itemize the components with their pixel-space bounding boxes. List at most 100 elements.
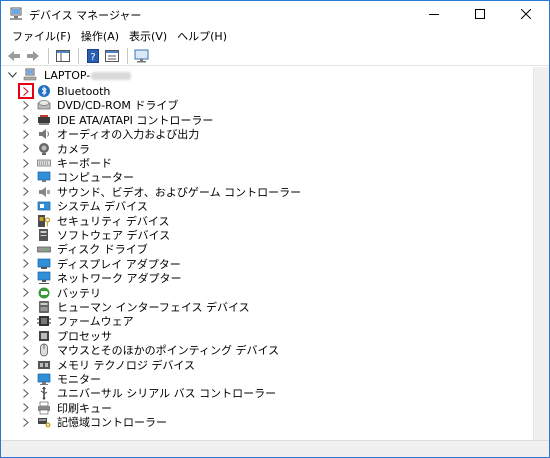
tree-item[interactable]: 記憶域コントローラー bbox=[19, 415, 167, 429]
expand-chevron-icon[interactable] bbox=[19, 156, 33, 170]
expand-chevron-icon[interactable] bbox=[19, 242, 33, 256]
expand-chevron-icon[interactable] bbox=[19, 98, 33, 112]
expand-chevron-icon[interactable] bbox=[19, 228, 33, 242]
properties-button[interactable] bbox=[103, 48, 121, 64]
expand-chevron-icon[interactable] bbox=[19, 271, 33, 285]
scan-hardware-button[interactable] bbox=[133, 48, 151, 64]
speaker-icon bbox=[37, 127, 51, 141]
back-button[interactable] bbox=[5, 48, 23, 64]
expand-chevron-icon[interactable] bbox=[18, 83, 34, 99]
tree-item[interactable]: 印刷キュー bbox=[19, 401, 112, 415]
menu-bar: ファイル(F) 操作(A) 表示(V) ヘルプ(H) bbox=[1, 27, 549, 46]
camera-icon bbox=[37, 142, 51, 156]
menu-help[interactable]: ヘルプ(H) bbox=[172, 27, 232, 46]
toolbar-separator bbox=[78, 47, 79, 64]
dvd-drive-icon bbox=[37, 98, 51, 112]
bluetooth-icon bbox=[37, 84, 51, 98]
security-device-icon bbox=[37, 214, 51, 228]
display-adapter-icon bbox=[37, 257, 51, 271]
monitor-scan-icon bbox=[134, 49, 149, 62]
status-bar bbox=[1, 440, 549, 457]
tree-item[interactable]: バッテリ bbox=[19, 286, 101, 300]
tree-item[interactable]: プロセッサ bbox=[19, 329, 112, 343]
expand-chevron-icon[interactable] bbox=[19, 401, 33, 415]
expand-chevron-icon[interactable] bbox=[19, 386, 33, 400]
sound-icon bbox=[37, 185, 51, 199]
monitor-icon bbox=[37, 372, 51, 386]
hid-icon bbox=[37, 300, 51, 314]
vertical-scrollbar[interactable] bbox=[533, 67, 549, 440]
tree-item-label: Bluetooth bbox=[57, 84, 111, 98]
minimize-icon bbox=[429, 14, 439, 15]
tree-item[interactable]: システム デバイス bbox=[19, 199, 148, 213]
expand-chevron-icon[interactable] bbox=[19, 343, 33, 357]
device-manager-icon bbox=[10, 7, 22, 20]
tree-item[interactable]: ユニバーサル シリアル バス コントローラー bbox=[19, 386, 276, 400]
tree-item[interactable]: メモリ テクノロジ デバイス bbox=[19, 358, 195, 372]
console-tree-icon bbox=[56, 49, 70, 62]
tree-item[interactable]: セキュリティ デバイス bbox=[19, 214, 170, 228]
forward-arrow-icon bbox=[27, 50, 39, 61]
tree-item[interactable]: キーボード bbox=[19, 156, 112, 170]
show-hide-tree-button[interactable] bbox=[54, 48, 72, 64]
system-device-icon bbox=[37, 199, 51, 213]
network-adapter-icon bbox=[37, 271, 51, 285]
expand-chevron-icon[interactable] bbox=[19, 329, 33, 343]
expand-chevron-icon[interactable] bbox=[19, 257, 33, 271]
expand-chevron-icon[interactable] bbox=[19, 170, 33, 184]
storage-controller-icon bbox=[37, 415, 51, 429]
menu-file[interactable]: ファイル(F) bbox=[7, 27, 76, 46]
keyboard-icon bbox=[37, 156, 51, 170]
tree-item[interactable]: サウンド、ビデオ、およびゲーム コントローラー bbox=[19, 185, 301, 199]
battery-icon bbox=[37, 286, 51, 300]
tree-item[interactable]: モニター bbox=[19, 372, 101, 386]
help-icon: ? bbox=[87, 48, 99, 63]
tree-item[interactable]: ディスプレイ アダプター bbox=[19, 257, 181, 271]
minimize-button[interactable] bbox=[411, 1, 457, 27]
expand-chevron-icon[interactable] bbox=[19, 113, 33, 127]
tree-item[interactable]: ソフトウェア デバイス bbox=[19, 228, 170, 242]
expand-chevron-icon[interactable] bbox=[19, 300, 33, 314]
title-bar[interactable]: デバイス マネージャー bbox=[1, 1, 549, 27]
tree-root[interactable]: LAPTOP- bbox=[7, 68, 132, 82]
tree-item[interactable]: DVD/CD-ROM ドライブ bbox=[19, 98, 178, 112]
tree-item[interactable]: ネットワーク アダプター bbox=[19, 271, 182, 285]
expand-chevron-icon[interactable] bbox=[19, 372, 33, 386]
expand-chevron-icon[interactable] bbox=[19, 286, 33, 300]
expand-chevron-icon[interactable] bbox=[19, 199, 33, 213]
tree-item[interactable]: Bluetooth bbox=[18, 83, 111, 99]
expand-chevron-icon[interactable] bbox=[19, 142, 33, 156]
maximize-icon bbox=[475, 9, 485, 19]
tree-item[interactable]: ディスク ドライブ bbox=[19, 242, 148, 256]
expand-chevron-icon[interactable] bbox=[19, 127, 33, 141]
close-icon bbox=[521, 9, 531, 19]
back-arrow-icon bbox=[8, 50, 20, 61]
expand-chevron-icon[interactable] bbox=[19, 214, 33, 228]
tree-item[interactable]: マウスとそのほかのポインティング デバイス bbox=[19, 343, 279, 357]
computer-name-label: LAPTOP- bbox=[44, 68, 91, 82]
device-manager-window: デバイス マネージャー ファイル(F) 操作(A) 表示(V) ヘルプ(H) ? bbox=[0, 0, 550, 458]
printer-icon bbox=[37, 401, 51, 415]
tree-item[interactable]: カメラ bbox=[19, 142, 90, 156]
expand-chevron-icon[interactable] bbox=[19, 415, 33, 429]
help-button[interactable]: ? bbox=[84, 48, 102, 64]
tree-item[interactable]: ファームウェア bbox=[19, 314, 134, 328]
device-tree[interactable]: LAPTOP- Bluetooth DVD/CD-ROM ドライブ IDE ATA/… bbox=[1, 67, 533, 440]
expand-chevron-icon[interactable] bbox=[19, 185, 33, 199]
usb-icon bbox=[37, 386, 51, 400]
forward-button[interactable] bbox=[24, 48, 42, 64]
tree-item[interactable]: コンピューター bbox=[19, 170, 134, 184]
collapse-chevron-icon[interactable] bbox=[7, 68, 17, 82]
firmware-icon bbox=[37, 314, 51, 328]
window-title: デバイス マネージャー bbox=[29, 9, 142, 22]
close-button[interactable] bbox=[503, 1, 549, 27]
tree-item[interactable]: IDE ATA/ATAPI コントローラー bbox=[19, 113, 213, 127]
expand-chevron-icon[interactable] bbox=[19, 358, 33, 372]
tree-item[interactable]: ヒューマン インターフェイス デバイス bbox=[19, 300, 250, 314]
menu-view[interactable]: 表示(V) bbox=[124, 27, 172, 46]
menu-action[interactable]: 操作(A) bbox=[76, 27, 124, 46]
expand-chevron-icon[interactable] bbox=[19, 314, 33, 328]
disk-drive-icon bbox=[37, 242, 51, 256]
maximize-button[interactable] bbox=[457, 1, 503, 27]
tree-item[interactable]: オーディオの入力および出力 bbox=[19, 127, 199, 141]
